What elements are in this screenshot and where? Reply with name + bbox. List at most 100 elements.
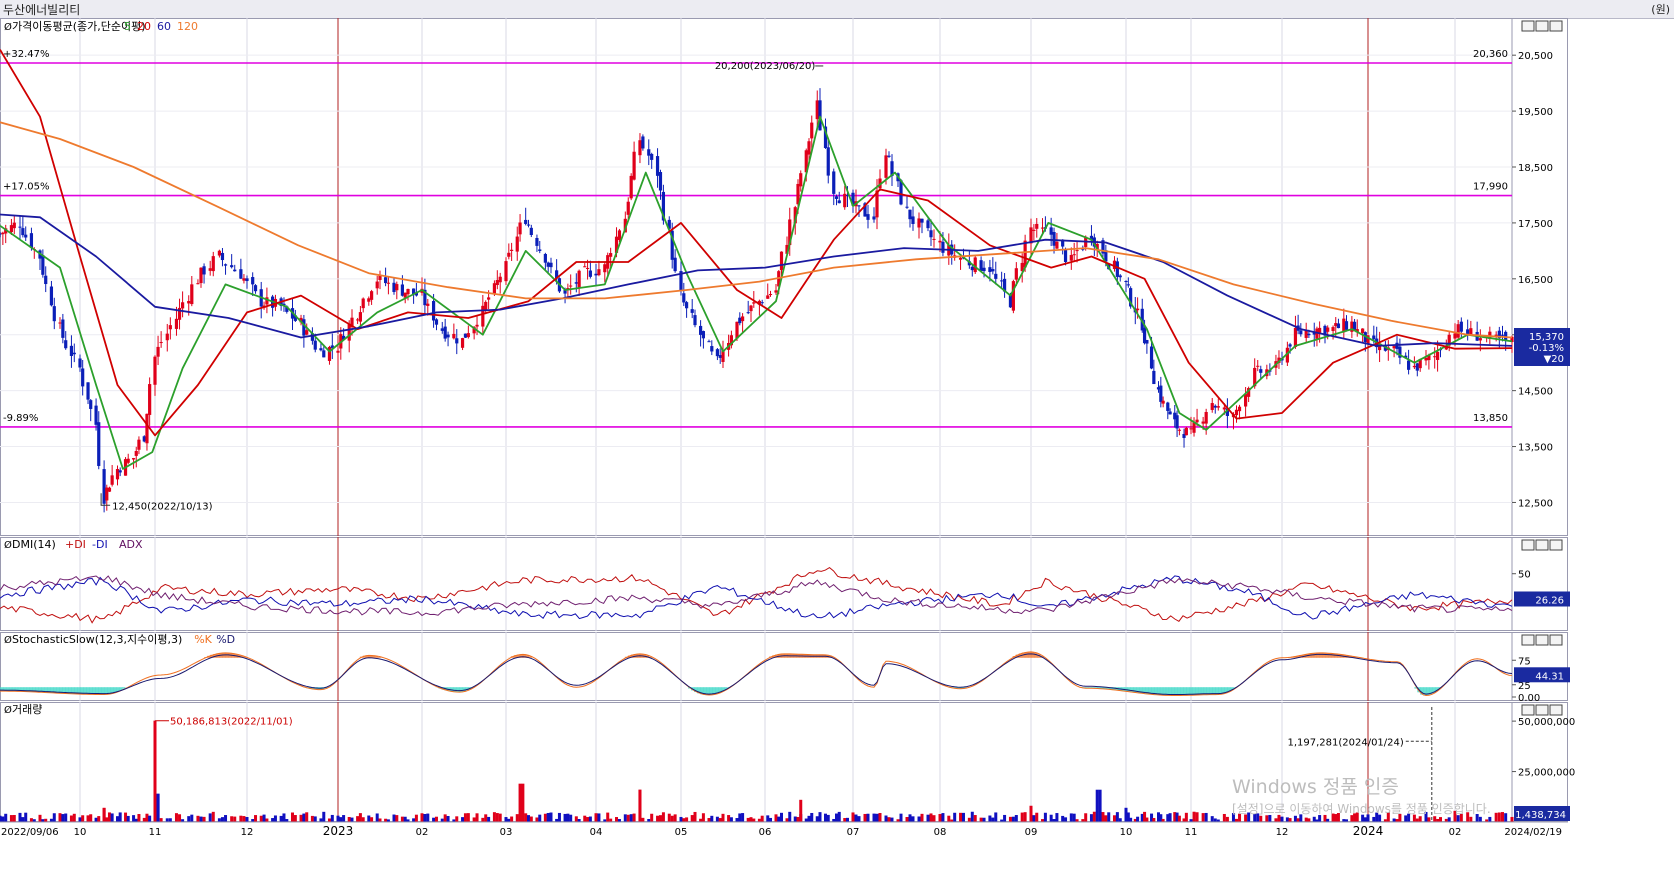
maximize-icon[interactable]: [1535, 20, 1549, 32]
candle-body: [1259, 369, 1263, 373]
volume-bar: [466, 813, 470, 822]
volume-bar: [1418, 816, 1422, 822]
minimize-icon[interactable]: [1521, 20, 1535, 32]
volume-bar: [1280, 816, 1284, 822]
x-tick-label: 08: [934, 827, 947, 838]
volume-bar: [546, 812, 550, 822]
candle-body: [208, 268, 212, 271]
x-tick-label: 2022/09/06: [1, 827, 59, 838]
candle-body: [908, 209, 912, 220]
volume-bar: [319, 818, 323, 822]
minimize-icon[interactable]: [1521, 704, 1535, 716]
volume-bar: [518, 783, 522, 822]
x-tick-label: 06: [759, 827, 772, 838]
low-annotation-label: 12,450(2022/10/13): [112, 501, 213, 512]
volume-bar: [1112, 815, 1116, 822]
candle-body: [386, 282, 390, 284]
volume-bar: [1447, 817, 1451, 822]
candle-body: [741, 316, 745, 322]
candle-body: [504, 261, 508, 282]
candle-body: [1326, 327, 1330, 332]
volume-bar: [959, 812, 963, 822]
volume-bar: [461, 817, 465, 822]
close-icon[interactable]: [1549, 539, 1563, 551]
volume-bar: [4, 813, 8, 822]
volume-bar: [1497, 812, 1501, 822]
candle-body: [1456, 324, 1460, 338]
dmi-tick-label: 50: [1518, 570, 1531, 581]
volume-bar: [826, 814, 830, 822]
volume-bar: [403, 816, 407, 822]
volume-bar: [299, 814, 303, 822]
volume-bar: [1035, 812, 1039, 822]
stock-chart[interactable]: 20,50019,50018,50017,50016,50015,50014,5…: [0, 18, 1674, 895]
minimize-icon[interactable]: [1521, 539, 1535, 551]
minimize-icon[interactable]: [1521, 634, 1535, 646]
volume-bar: [1043, 812, 1047, 822]
panel-frame: [0, 632, 1568, 701]
candle-body: [400, 284, 404, 296]
close-icon[interactable]: [1549, 634, 1563, 646]
candle-body: [1166, 402, 1170, 411]
candle-body: [253, 285, 258, 292]
volume-bar: [623, 814, 627, 822]
candle-body: [1032, 229, 1036, 231]
candle-body: [145, 413, 149, 444]
volume-bar: [718, 818, 722, 822]
candle-body: [574, 282, 578, 284]
volume-bar: [58, 813, 62, 822]
x-tick-label: 2023: [323, 824, 354, 838]
volume-bar: [367, 815, 371, 822]
volume-bar: [1192, 811, 1196, 822]
price-unit: (원): [1651, 3, 1670, 16]
volume-bar: [667, 813, 671, 822]
candle-body: [1124, 281, 1128, 283]
volume-bar: [729, 817, 733, 822]
candle-body: [1189, 428, 1193, 430]
volume-bar: [785, 818, 789, 822]
candle-body: [1234, 409, 1239, 416]
candle-body: [583, 266, 587, 268]
candle-body: [165, 333, 169, 341]
candle-body: [484, 301, 488, 311]
maximize-icon[interactable]: [1535, 704, 1549, 716]
volume-bar: [911, 816, 915, 822]
candle-body: [1195, 419, 1199, 423]
candle-body: [181, 302, 185, 309]
volume-bar: [615, 817, 619, 822]
volume-bar: [1504, 813, 1508, 822]
maximize-icon[interactable]: [1535, 634, 1549, 646]
volume-bar: [824, 813, 827, 822]
maximize-icon[interactable]: [1535, 539, 1549, 551]
volume-bar: [1312, 816, 1316, 822]
candle-body: [766, 295, 770, 299]
volume-bar: [566, 813, 570, 822]
volume-bar: [262, 814, 266, 822]
candle-body: [641, 136, 645, 149]
candle-body: [148, 384, 152, 415]
candle-body: [543, 253, 547, 263]
volume-bar: [271, 818, 275, 822]
volume-bar: [302, 813, 306, 822]
volume-bar: [1184, 812, 1188, 822]
dmi-legend--DI: -DI: [92, 538, 108, 551]
volume-bar: [588, 816, 592, 822]
volume-bar: [1, 816, 5, 822]
ma-legend-5: 5: [124, 20, 131, 33]
overbought-shade: [1325, 653, 1329, 658]
ma-legend-60: 60: [157, 20, 171, 33]
candle-body: [647, 149, 651, 156]
volume-bar: [196, 815, 200, 822]
candle-body: [190, 284, 194, 305]
close-icon[interactable]: [1549, 20, 1563, 32]
volume-bar: [1204, 812, 1208, 822]
volume-bar: [851, 812, 855, 822]
close-icon[interactable]: [1549, 704, 1563, 716]
volume-bar: [863, 813, 867, 822]
volume-bar: [86, 815, 90, 822]
volume-bar: [738, 813, 742, 822]
candle-body: [617, 230, 622, 241]
volume-bar: [1510, 816, 1514, 822]
volume-bar: [1008, 816, 1012, 822]
candle-body: [594, 273, 598, 276]
